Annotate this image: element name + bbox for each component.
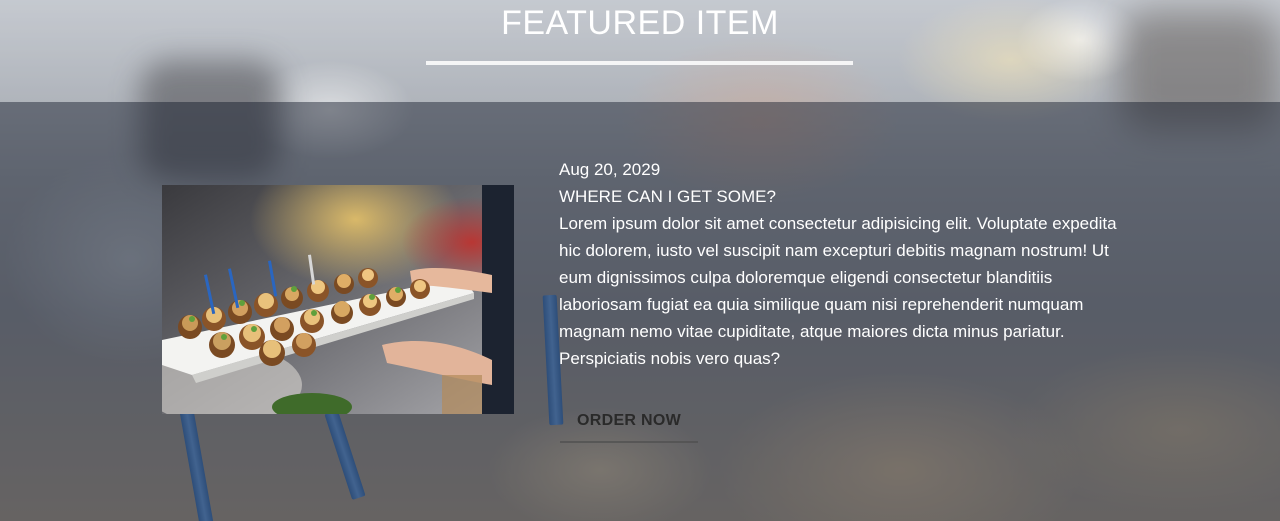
featured-item-text: Aug 20, 2029 WHERE CAN I GET SOME? Lorem… <box>559 156 1129 372</box>
featured-item-image <box>162 185 514 414</box>
item-heading: WHERE CAN I GET SOME? <box>559 187 776 206</box>
featured-item-section: FEATURED ITEM Aug 20, 2029 WHERE CAN I G… <box>0 0 1280 521</box>
section-title: FEATURED ITEM <box>501 4 779 42</box>
item-date: Aug 20, 2029 <box>559 160 661 179</box>
order-now-button[interactable]: ORDER NOW <box>560 401 698 443</box>
title-underline <box>426 61 853 65</box>
appetizer-tray-illustration <box>162 185 514 414</box>
item-description: Lorem ipsum dolor sit amet consectetur a… <box>559 214 1117 368</box>
